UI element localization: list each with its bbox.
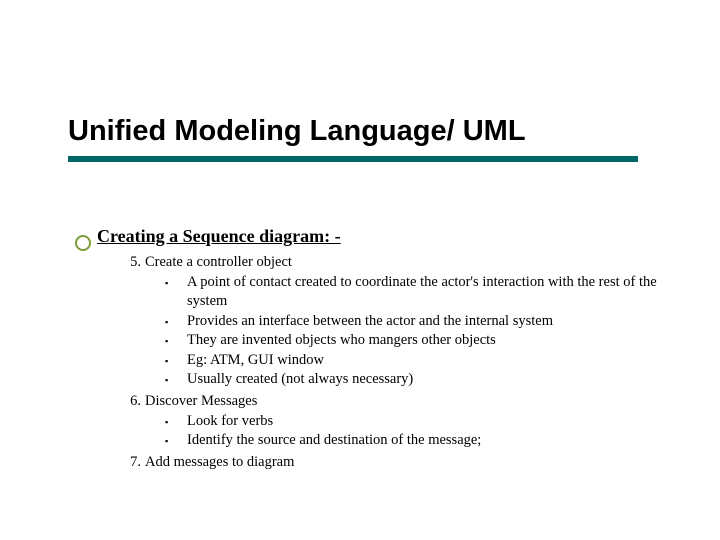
sub-item: A point of contact created to coordinate… bbox=[187, 273, 662, 312]
sub-item: Provides an interface between the actor … bbox=[187, 312, 662, 332]
slide: Unified Modeling Language/ UML Creating … bbox=[0, 0, 720, 540]
title-underline bbox=[68, 156, 638, 162]
item-number: 7. bbox=[115, 453, 141, 473]
item-text: Create a controller object bbox=[145, 254, 292, 270]
list-item: 6. Discover Messages Look for verbs Iden… bbox=[145, 392, 662, 451]
item-text: Add messages to diagram bbox=[145, 454, 294, 470]
list-item: 7. Add messages to diagram bbox=[145, 453, 662, 473]
sub-item: Eg: ATM, GUI window bbox=[187, 351, 662, 371]
sub-list: A point of contact created to coordinate… bbox=[145, 273, 662, 390]
list-item: 5. Create a controller object A point of… bbox=[145, 253, 662, 390]
content-body: 5. Create a controller object A point of… bbox=[97, 253, 662, 474]
sub-list: Look for verbs Identify the source and d… bbox=[145, 412, 662, 451]
item-text: Discover Messages bbox=[145, 393, 257, 409]
sub-item: Usually created (not always necessary) bbox=[187, 370, 662, 390]
ordered-list: 5. Create a controller object A point of… bbox=[97, 253, 662, 472]
item-number: 6. bbox=[115, 392, 141, 412]
sub-item: Look for verbs bbox=[187, 412, 662, 432]
bullet-circle-icon bbox=[75, 235, 91, 251]
title-block: Unified Modeling Language/ UML bbox=[68, 115, 668, 162]
sub-item: They are invented objects who mangers ot… bbox=[187, 331, 662, 351]
slide-title: Unified Modeling Language/ UML bbox=[68, 115, 668, 148]
item-number: 5. bbox=[115, 253, 141, 273]
section-heading: Creating a Sequence diagram: - bbox=[97, 226, 341, 247]
sub-item: Identify the source and destination of t… bbox=[187, 431, 662, 451]
